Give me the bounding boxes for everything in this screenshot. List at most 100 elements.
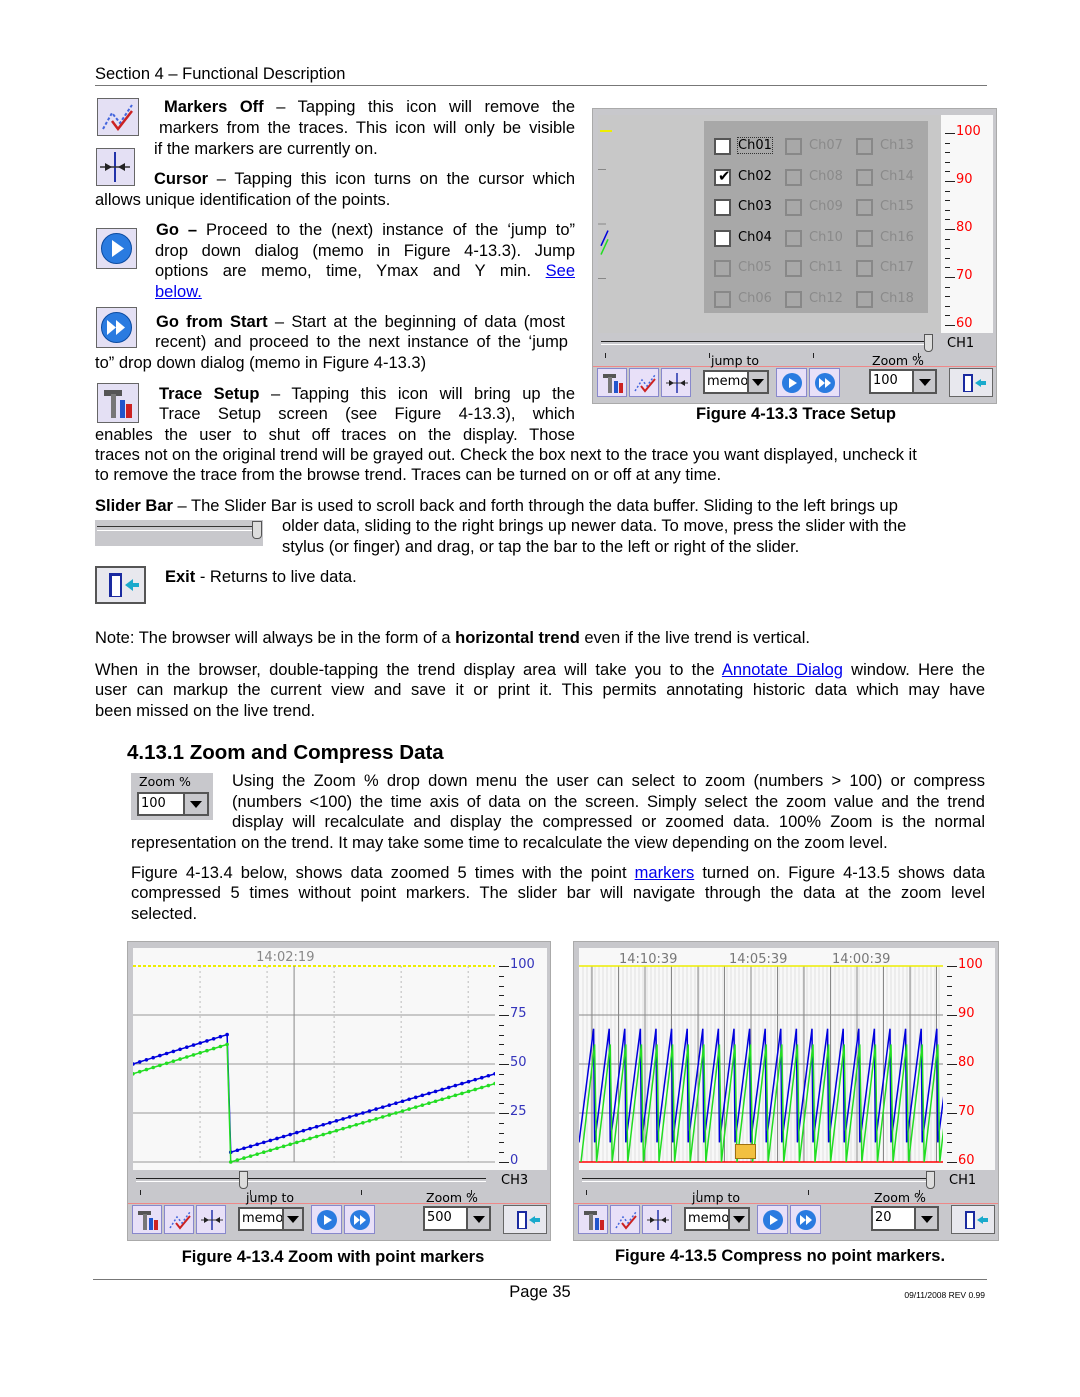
trace-setup-button[interactable] [132,1205,162,1234]
cursor-icon [201,1210,223,1230]
jump-to-select[interactable]: memo [684,1207,730,1231]
figure-caption: Figure 4-13.4 Zoom with point markers [181,1248,485,1266]
scale-tick [499,1015,509,1016]
trend-plot-area[interactable]: 14:10:39 14:05:39 14:00:39 [579,948,943,1170]
point-marker [440,1097,444,1102]
zoom-select[interactable]: 100 [869,369,913,394]
y-tick-label: 100 [956,124,981,139]
trace-setup-line1: Trace Setup – Tapping this icon will bri… [159,385,576,403]
exit-button[interactable] [951,1205,995,1234]
zoom-select[interactable]: 20 [871,1206,915,1231]
point-marker [400,1099,405,1104]
figure-caption: Figure 4-13.3 Trace Setup [696,405,896,423]
chevron-down-icon[interactable] [912,369,937,394]
browser-line3: been missed on the live trend. [95,702,316,720]
channel-label: Ch10 [809,229,843,245]
slider-thumb [252,521,262,539]
markers-link[interactable]: markers [635,864,695,882]
go-from-start-button[interactable] [809,368,840,397]
below-link[interactable]: below. [155,282,202,302]
slider-track[interactable] [136,1178,486,1182]
channel-label[interactable]: Ch01 [737,137,773,154]
scale-tick [947,1122,952,1124]
channel-checkbox[interactable] [714,229,731,247]
go-button[interactable] [311,1205,342,1234]
trace-setup-line4: traces not on the original trend will be… [95,446,917,464]
chevron-down-icon[interactable] [747,370,769,394]
chevron-down-icon[interactable] [282,1207,304,1231]
jump-to-label: jump to [711,353,760,368]
trend-chart [133,965,495,1164]
channel-label[interactable]: Ch03 [738,199,772,214]
point-marker [479,1085,484,1090]
cursor-button[interactable] [642,1205,672,1234]
point-marker [387,1113,392,1117]
trace-setup-icon [603,374,623,393]
scale-tick [499,1054,504,1056]
go-button[interactable] [776,368,807,397]
point-marker [178,1057,182,1061]
channel-label[interactable]: Ch04 [738,230,772,245]
channel-label: Ch07 [809,138,843,153]
slider-track[interactable] [601,341,932,345]
trace-setup-button[interactable] [578,1205,608,1234]
channel-checkbox[interactable] [714,138,731,155]
annotate-dialog-link[interactable]: Annotate Dialog [722,661,843,679]
scale-tick [947,985,952,987]
trend-chart [579,965,943,1163]
trend-plot-area[interactable]: Ch01 ✔ Ch02 Ch03 Ch04 Ch05 Ch06 Ch07 Ch08 Ch09 Ch1… [598,115,941,333]
point-marker [235,1148,240,1153]
toolbar-divider [574,1203,998,1204]
exit-button[interactable] [949,368,993,397]
exit-button[interactable] [503,1205,547,1234]
scale-tick [499,966,509,967]
memo-envelope-icon[interactable] [735,1144,756,1159]
cursor-button[interactable] [661,368,691,397]
slider-thumb[interactable] [924,334,933,352]
figure-4-13-4-zoom-screen: 14:02:19 100 75 50 25 0 CH3 jump to memo Zoom % 50… [127,941,551,1241]
slider-track[interactable] [582,1178,934,1182]
scale-tick [947,1073,952,1075]
see-below-link[interactable]: See [546,262,575,280]
scale-tick [945,286,950,288]
slider-bar-line1: Slider Bar – The Slider Bar is used to s… [95,497,898,515]
point-marker [137,1069,142,1074]
chevron-down-icon[interactable] [914,1206,939,1231]
chevron-down-icon[interactable] [466,1206,491,1231]
point-marker [301,1128,306,1133]
slider-thumb[interactable] [926,1171,935,1189]
channel-label[interactable]: Ch02 [738,169,772,184]
slider-tick [586,1190,587,1195]
jump-to-select[interactable]: memo [238,1207,284,1231]
point-marker [308,1136,312,1141]
trend-plot-area[interactable]: 14:02:19 [133,948,495,1170]
scale-tick [945,209,950,211]
chevron-down-icon[interactable] [728,1207,750,1231]
cursor-button[interactable] [196,1205,226,1234]
markers-off-button[interactable] [610,1205,640,1234]
slider-thumb[interactable] [238,1171,248,1189]
scale-tick [947,1024,952,1026]
slider-tick [813,353,815,358]
markers-off-button[interactable] [629,368,659,397]
scale-tick [945,296,950,298]
y-tick-label: 90 [958,1006,975,1021]
point-marker [341,1126,345,1131]
figure-para-line1: Figure 4-13.4 below, shows data zoomed 5… [131,864,985,882]
scale-tick [945,277,955,278]
channel-checkbox[interactable] [714,199,731,216]
point-marker [446,1085,451,1090]
y-tick-label: 90 [956,172,973,187]
go-button[interactable] [757,1205,788,1234]
scale-tick [947,1132,952,1134]
trace-setup-button[interactable] [597,368,627,397]
markers-off-line1: Markers Off – Tapping this icon will rem… [164,98,576,116]
markers-off-button[interactable] [164,1205,194,1234]
point-marker [361,1121,365,1125]
point-marker [225,1032,229,1037]
jump-to-select[interactable]: memo [703,370,749,394]
go-from-start-button[interactable] [344,1205,375,1234]
zoom-select[interactable]: 500 [423,1206,467,1231]
channel-checkbox[interactable]: ✔ [714,167,731,186]
go-from-start-button[interactable] [790,1205,821,1234]
